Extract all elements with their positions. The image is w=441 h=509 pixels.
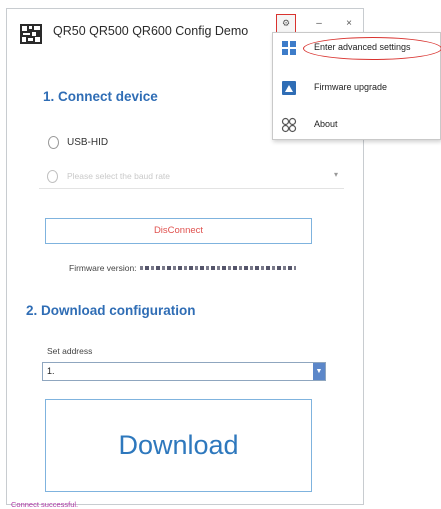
firmware-version-row: Firmware version: bbox=[69, 263, 296, 273]
serial-port-radio[interactable] bbox=[47, 170, 58, 183]
close-button[interactable]: × bbox=[340, 14, 358, 34]
minimize-button[interactable]: – bbox=[310, 14, 328, 34]
usb-hid-option[interactable]: USB-HID bbox=[48, 133, 108, 151]
menu-item-advanced-settings[interactable]: Enter advanced settings bbox=[273, 36, 441, 62]
download-button[interactable]: Download bbox=[45, 399, 312, 492]
grid-icon bbox=[282, 41, 296, 55]
status-message: Connect successful. bbox=[11, 500, 79, 509]
menu-item-label: Firmware upgrade bbox=[314, 82, 388, 92]
address-select[interactable]: 1. ▼ bbox=[42, 362, 326, 381]
address-value: 1. bbox=[47, 366, 55, 376]
menu-item-label: About bbox=[314, 119, 338, 129]
chevron-down-icon: ▾ bbox=[333, 170, 338, 179]
baud-rate-placeholder: Please select the baud rate bbox=[67, 171, 171, 181]
gear-icon: ⚙ bbox=[281, 18, 291, 28]
download-section-heading: 2. Download configuration bbox=[26, 303, 196, 318]
upgrade-icon bbox=[282, 81, 296, 95]
disconnect-button[interactable]: DisConnect bbox=[45, 218, 312, 244]
usb-hid-label: USB-HID bbox=[67, 136, 109, 148]
chevron-down-icon[interactable]: ▼ bbox=[313, 363, 325, 380]
window-title: QR50 QR500 QR600 Config Demo bbox=[53, 24, 249, 38]
app-logo-icon bbox=[20, 24, 42, 44]
menu-item-firmware-upgrade[interactable]: Firmware upgrade bbox=[273, 76, 440, 102]
annotation-highlight-ring bbox=[303, 37, 441, 60]
settings-button[interactable]: ⚙ bbox=[276, 14, 296, 34]
usb-hid-radio[interactable] bbox=[48, 135, 59, 149]
firmware-version-label: Firmware version: bbox=[69, 263, 137, 273]
about-icon bbox=[281, 117, 297, 133]
set-address-label: Set address bbox=[47, 346, 93, 356]
connect-section-heading: 1. Connect device bbox=[43, 89, 158, 104]
firmware-version-value-redacted bbox=[139, 266, 296, 270]
baud-rate-select[interactable]: Please select the baud rate ▾ bbox=[39, 165, 344, 189]
settings-dropdown-menu: Enter advanced settings Firmware upgrade… bbox=[272, 32, 441, 140]
menu-item-about[interactable]: About bbox=[273, 113, 440, 139]
